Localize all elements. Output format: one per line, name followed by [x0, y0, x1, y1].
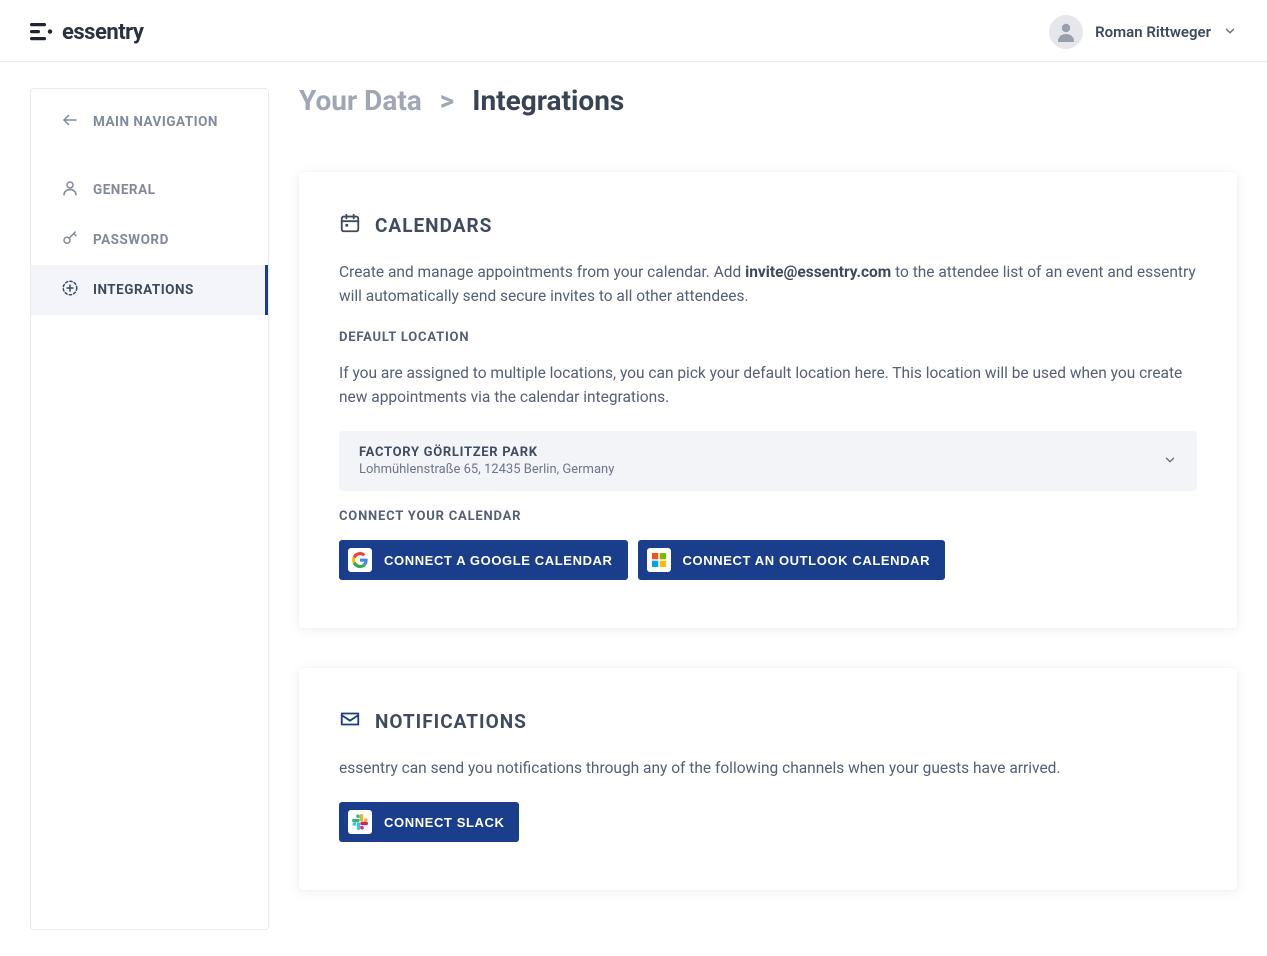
key-icon [61, 229, 79, 251]
section-title-calendars: CALENDARS [375, 214, 492, 237]
sidebar-item-label: INTEGRATIONS [93, 282, 194, 298]
connect-google-calendar-button[interactable]: CONNECT A GOOGLE CALENDAR [339, 540, 628, 580]
avatar [1049, 15, 1083, 49]
sidebar-item-label: GENERAL [93, 182, 155, 198]
essentry-logo-mark [30, 21, 54, 43]
breadcrumb-separator: > [440, 84, 454, 117]
google-icon [348, 548, 372, 572]
chevron-down-icon [1163, 452, 1177, 471]
user-name: Roman Rittweger [1095, 23, 1211, 41]
sidebar: MAIN NAVIGATION GENERAL PASSWORD INTEGRA… [30, 88, 269, 930]
brand-name: essentry [62, 20, 143, 45]
connect-calendar-label: CONNECT YOUR CALENDAR [339, 509, 1197, 524]
breadcrumb-root[interactable]: Your Data [299, 84, 422, 117]
sidebar-item-label: MAIN NAVIGATION [93, 114, 218, 130]
button-label: CONNECT SLACK [384, 815, 504, 830]
app-header: essentry Roman Rittweger [0, 0, 1267, 62]
location-address: Lohmühlenstraße 65, 12435 Berlin, German… [359, 462, 614, 477]
button-label: CONNECT A GOOGLE CALENDAR [384, 553, 613, 568]
invite-email: invite@essentry.com [745, 263, 891, 281]
button-label: CONNECT AN OUTLOOK CALENDAR [683, 553, 931, 568]
default-location-label: DEFAULT LOCATION [339, 330, 1197, 345]
chevron-down-icon [1223, 23, 1237, 42]
mail-icon [339, 708, 361, 734]
page-title: Integrations [472, 84, 624, 117]
location-name: FACTORY GÖRLITZER PARK [359, 445, 614, 460]
calendars-description: Create and manage appointments from your… [339, 260, 1197, 308]
main-content: Your Data > Integrations CALENDARS Creat… [299, 88, 1237, 930]
connect-outlook-calendar-button[interactable]: CONNECT AN OUTLOOK CALENDAR [638, 540, 946, 580]
breadcrumb: Your Data > Integrations [299, 84, 1237, 117]
connect-slack-button[interactable]: CONNECT SLACK [339, 802, 519, 842]
calendars-card: CALENDARS Create and manage appointments… [299, 172, 1237, 628]
brand-logo[interactable]: essentry [30, 20, 143, 45]
notifications-description: essentry can send you notifications thro… [339, 756, 1197, 780]
default-location-select[interactable]: FACTORY GÖRLITZER PARK Lohmühlenstraße 6… [339, 431, 1197, 491]
default-location-description: If you are assigned to multiple location… [339, 361, 1197, 409]
slack-icon [348, 810, 372, 834]
sidebar-item-general[interactable]: GENERAL [31, 165, 268, 215]
section-title-notifications: NOTIFICATIONS [375, 710, 527, 733]
arrow-left-icon [61, 111, 79, 133]
calendar-icon [339, 212, 361, 238]
microsoft-icon [647, 548, 671, 572]
sidebar-item-main-navigation[interactable]: MAIN NAVIGATION [31, 97, 268, 147]
notifications-card: NOTIFICATIONS essentry can send you noti… [299, 668, 1237, 890]
sidebar-item-integrations[interactable]: INTEGRATIONS [31, 265, 268, 315]
person-icon [61, 179, 79, 201]
user-menu[interactable]: Roman Rittweger [1049, 15, 1237, 49]
sidebar-item-password[interactable]: PASSWORD [31, 215, 268, 265]
sidebar-item-label: PASSWORD [93, 232, 169, 248]
integrations-icon [61, 279, 79, 301]
